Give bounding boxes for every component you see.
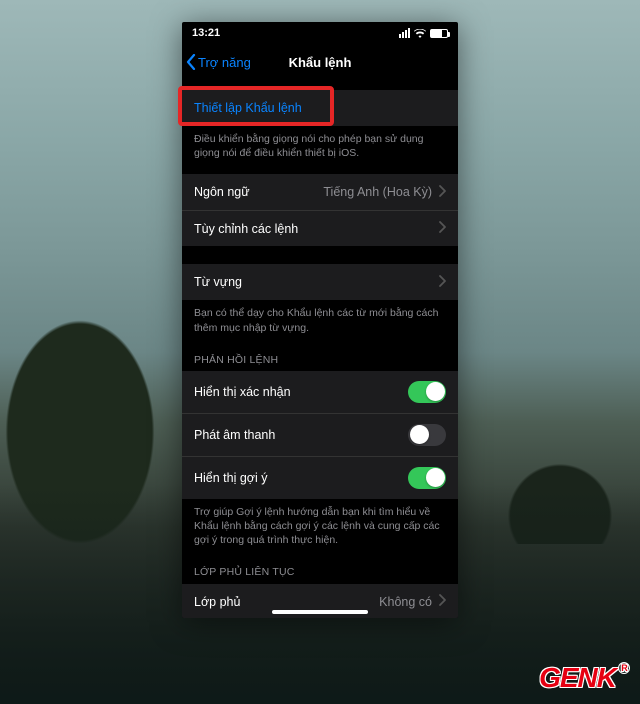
cellular-icon: [399, 28, 410, 38]
overlay-header: LỚP PHỦ LIÊN TỤC: [182, 551, 458, 583]
wifi-icon: [414, 29, 426, 38]
chevron-right-icon: [438, 221, 446, 236]
nav-bar: Trợ năng Khẩu lệnh: [182, 44, 458, 80]
show-confirmation-cell: Hiển thị xác nhận: [182, 371, 458, 413]
language-label: Ngôn ngữ: [194, 185, 250, 199]
play-sound-toggle[interactable]: [408, 424, 446, 446]
battery-icon: [430, 29, 448, 38]
feedback-header: PHẢN HỒI LỆNH: [182, 339, 458, 371]
status-bar: 13:21: [182, 22, 458, 44]
overlay-label: Lớp phủ: [194, 595, 240, 609]
status-time: 13:21: [192, 27, 220, 39]
overlay-value: Không có: [379, 595, 432, 609]
language-value: Tiếng Anh (Hoa Kỳ): [323, 185, 432, 199]
site-logo: GENKR: [539, 662, 630, 694]
chevron-right-icon: [438, 275, 446, 290]
customize-commands-cell[interactable]: Tùy chỉnh các lệnh: [182, 210, 458, 246]
vocab-footer: Bạn có thể dạy cho Khẩu lệnh các từ mới …: [182, 300, 458, 338]
page-title: Khẩu lệnh: [289, 55, 352, 70]
back-label: Trợ năng: [198, 55, 251, 70]
chevron-left-icon: [186, 54, 196, 70]
hints-footer: Trợ giúp Gợi ý lệnh hướng dẫn bạn khi tì…: [182, 499, 458, 552]
show-confirmation-toggle[interactable]: [408, 381, 446, 403]
show-hints-toggle[interactable]: [408, 467, 446, 489]
play-sound-cell: Phát âm thanh: [182, 413, 458, 456]
home-indicator[interactable]: [272, 610, 368, 614]
show-hints-cell: Hiển thị gợi ý: [182, 456, 458, 499]
setup-footer: Điều khiển bằng giọng nói cho phép bạn s…: [182, 126, 458, 164]
vocabulary-cell[interactable]: Từ vựng: [182, 264, 458, 300]
vocabulary-label: Từ vựng: [194, 275, 242, 289]
setup-voice-control-cell[interactable]: Thiết lập Khẩu lệnh: [182, 90, 458, 126]
back-button[interactable]: Trợ năng: [186, 44, 251, 80]
setup-label: Thiết lập Khẩu lệnh: [194, 101, 302, 115]
confirm-label: Hiển thị xác nhận: [194, 385, 291, 399]
phone-frame: 13:21 Trợ năng Khẩu lệnh Thiết lập Khẩu …: [182, 22, 458, 618]
hints-label: Hiển thị gợi ý: [194, 471, 268, 485]
customize-label: Tùy chỉnh các lệnh: [194, 222, 298, 236]
chevron-right-icon: [438, 594, 446, 609]
language-cell[interactable]: Ngôn ngữ Tiếng Anh (Hoa Kỳ): [182, 174, 458, 210]
settings-list[interactable]: Thiết lập Khẩu lệnh Điều khiển bằng giọn…: [182, 80, 458, 618]
chevron-right-icon: [438, 185, 446, 200]
sound-label: Phát âm thanh: [194, 428, 275, 442]
